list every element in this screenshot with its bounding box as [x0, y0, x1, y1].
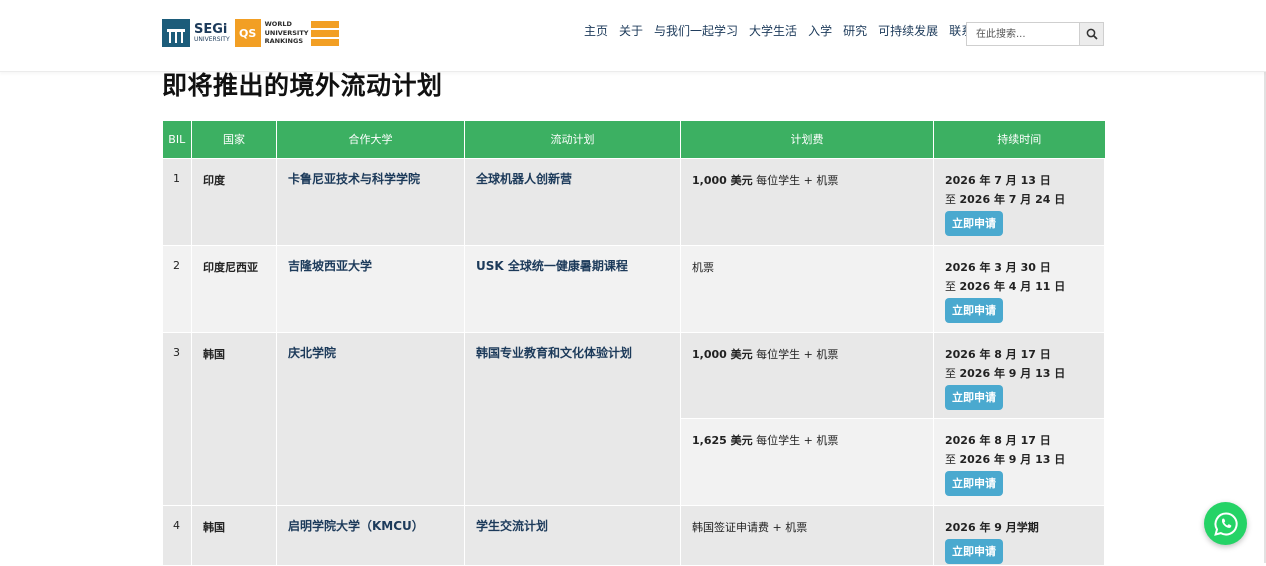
row-fee: 机票: [680, 244, 934, 333]
row-number: 3: [162, 331, 192, 506]
col-header-bil: BIL: [162, 121, 192, 158]
row-fee: 韩国签证申请费 + 机票: [680, 504, 934, 566]
table-header-row: BIL 国家 合作大学 流动计划 计划费 持续时间: [162, 121, 1105, 158]
segi-logo-name: SEGi: [194, 22, 228, 37]
nav-item-home[interactable]: 主页: [584, 23, 614, 39]
row-university-link[interactable]: 庆北学院: [276, 331, 465, 506]
row-program-link[interactable]: USK 全球统一健康暑期课程: [464, 244, 681, 333]
row-number: 1: [162, 157, 192, 246]
nav-item-sustainability[interactable]: 可持续发展: [873, 23, 944, 39]
col-header-university: 合作大学: [276, 121, 465, 158]
segi-logo-sub: UNIVERSITY: [194, 36, 230, 43]
row-country: 印度: [191, 157, 277, 246]
table-row: 2 印度尼西亚 吉隆坡西亚大学 USK 全球统一健康暑期课程 机票 2026 年…: [162, 244, 1105, 333]
col-header-duration: 持续时间: [933, 121, 1105, 158]
qs-bars-icon: [311, 20, 340, 46]
row-fee: 1,625 美元 每位学生 + 机票: [680, 417, 934, 506]
site-header: SEGi UNIVERSITY QS WORLD UNIVERSITY RANK…: [0, 0, 1266, 72]
whatsapp-chat-button[interactable]: [1204, 502, 1247, 545]
segi-logo-icon: [162, 19, 190, 47]
whatsapp-icon: [1213, 511, 1238, 536]
table-row: 4 韩国 启明学院大学（KMCU） 学生交流计划 韩国签证申请费 + 机票 20…: [162, 504, 1105, 566]
row-university-link[interactable]: 吉隆坡西亚大学: [276, 244, 465, 333]
table-row: 1 印度 卡鲁尼亚技术与科学学院 全球机器人创新营 1,000 美元 每位学生 …: [162, 157, 1105, 246]
search-button[interactable]: [1079, 23, 1103, 45]
main-nav: 主页 关于 与我们一起学习 大学生活 入学 研究 可持续发展 联系: [584, 23, 979, 39]
nav-item-study[interactable]: 与我们一起学习: [649, 23, 744, 39]
apply-button[interactable]: 立即申请: [945, 470, 1003, 496]
apply-button[interactable]: 立即申请: [945, 297, 1003, 323]
row-fee: 1,000 美元 每位学生 + 机票: [680, 331, 934, 419]
row-duration: 2026 年 7 月 13 日 至 2026 年 7 月 24 日 立即申请: [933, 157, 1105, 246]
apply-button[interactable]: 立即申请: [945, 210, 1003, 236]
apply-button[interactable]: 立即申请: [945, 384, 1003, 410]
search-input[interactable]: [967, 23, 1079, 45]
row-number: 2: [162, 244, 192, 333]
search-box: [966, 22, 1104, 46]
nav-item-about[interactable]: 关于: [614, 23, 649, 39]
col-header-country: 国家: [191, 121, 277, 158]
row-duration: 2026 年 9 月学期 立即申请: [933, 504, 1105, 566]
nav-item-student-life[interactable]: 大学生活: [744, 23, 803, 39]
row-duration: 2026 年 3 月 30 日 至 2026 年 4 月 11 日 立即申请: [933, 244, 1105, 333]
row-program-link[interactable]: 全球机器人创新营: [464, 157, 681, 246]
row-university-link[interactable]: 卡鲁尼亚技术与科学学院: [276, 157, 465, 246]
row-country: 韩国: [191, 504, 277, 566]
mobility-table: BIL 国家 合作大学 流动计划 计划费 持续时间 1 印度 卡鲁尼亚技术与科学…: [162, 121, 1105, 566]
row-duration: 2026 年 8 月 17 日 至 2026 年 9 月 13 日 立即申请: [933, 331, 1105, 419]
row-number: 4: [162, 504, 192, 566]
apply-button[interactable]: 立即申请: [945, 538, 1003, 564]
col-header-fee: 计划费: [680, 121, 934, 158]
search-icon: [1086, 28, 1098, 40]
table-row: 3 韩国 庆北学院 韩国专业教育和文化体验计划 1,000 美元 每位学生 + …: [162, 331, 1105, 506]
site-logo[interactable]: SEGi UNIVERSITY QS WORLD UNIVERSITY RANK…: [162, 18, 340, 48]
row-university-link[interactable]: 启明学院大学（KMCU）: [276, 504, 465, 566]
row-program-link[interactable]: 韩国专业教育和文化体验计划: [464, 331, 681, 506]
col-header-program: 流动计划: [464, 121, 681, 158]
row-country: 韩国: [191, 331, 277, 506]
row-program-link[interactable]: 学生交流计划: [464, 504, 681, 566]
qs-rankings-text: WORLD UNIVERSITY RANKINGS: [264, 20, 309, 46]
nav-item-research[interactable]: 研究: [838, 23, 873, 39]
nav-item-admission[interactable]: 入学: [803, 23, 838, 39]
qs-badge: QS: [234, 19, 261, 47]
row-duration: 2026 年 8 月 17 日 至 2026 年 9 月 13 日 立即申请: [933, 417, 1105, 506]
row-country: 印度尼西亚: [191, 244, 277, 333]
row-fee: 1,000 美元 每位学生 + 机票: [680, 157, 934, 246]
